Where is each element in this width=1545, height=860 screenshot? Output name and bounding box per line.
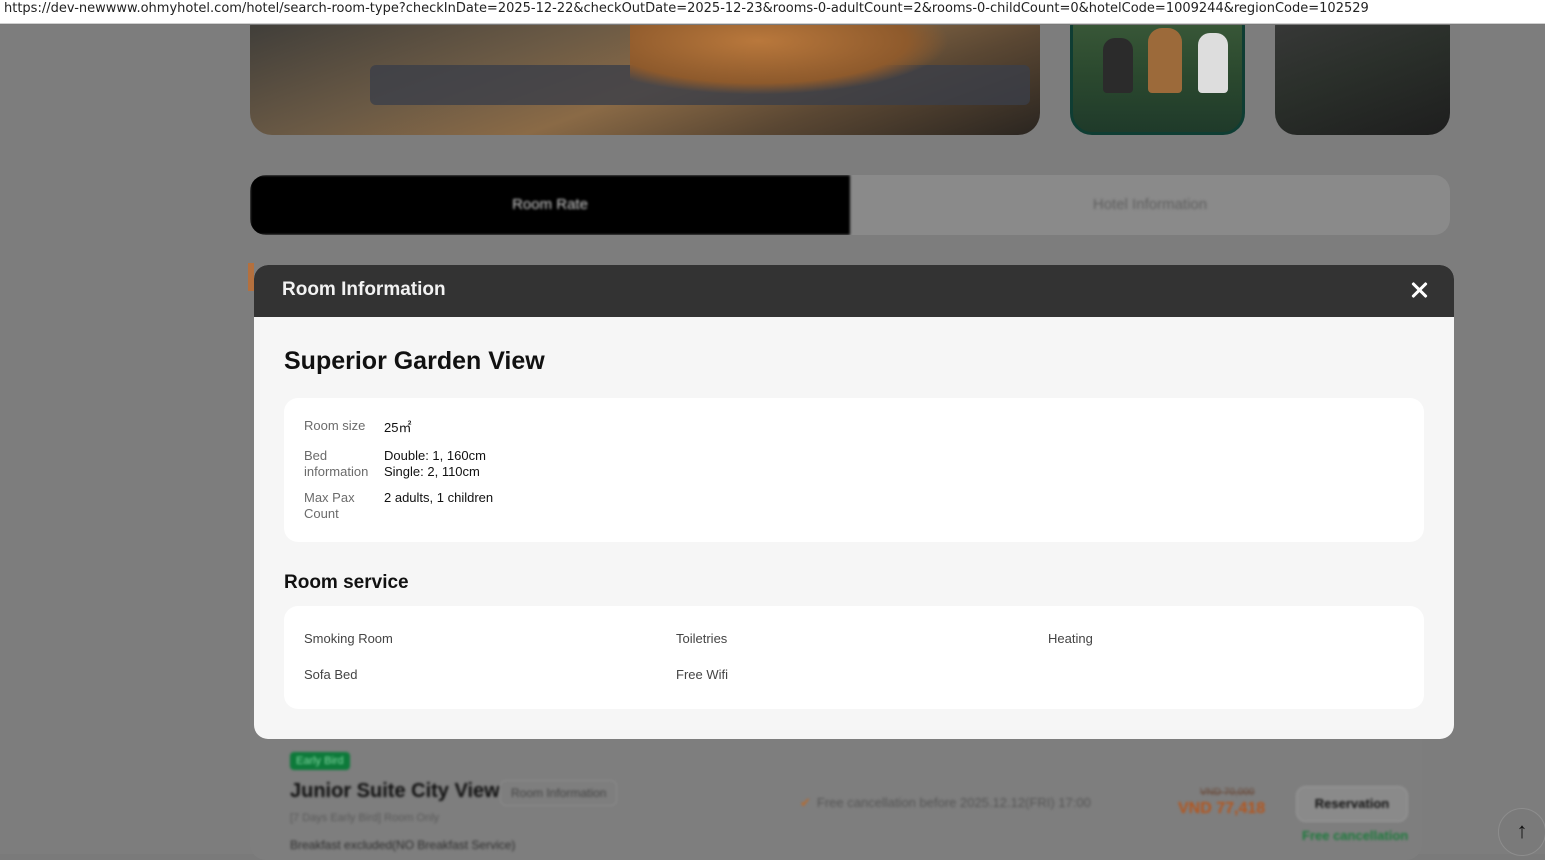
room-card-subtitle: [7 Days Early Bird] Room Only [290,812,440,824]
bed-info-value: Double: 1, 160cm Single: 2, 110cm [384,448,486,480]
room-name: Superior Garden View [284,347,545,375]
original-price: VND 70,000 [1200,787,1255,798]
max-pax-value: 2 adults, 1 children [384,490,494,505]
max-pax-row: Max Pax Count 2 adults, 1 children [304,490,493,522]
service-item: Toiletries [676,631,728,646]
scroll-to-top-button[interactable]: ↑ [1498,808,1545,856]
close-icon[interactable] [1406,277,1432,303]
breakfast-info: Breakfast excluded(NO Breakfast Service) [290,838,516,852]
room-size-label: Room size [304,418,366,433]
service-item: Free Wifi [676,667,728,682]
service-item: Sofa Bed [304,667,358,682]
photo-detail [630,25,950,95]
bed-info-label: Bed information [304,448,369,479]
tab-hotel-information[interactable]: Hotel Information [850,175,1450,235]
room-card-title: Junior Suite City View [290,780,500,802]
hotel-thumbnail-photo[interactable] [1070,25,1245,135]
room-details-box: Room size 25㎡ Bed information Double: 1,… [284,398,1424,542]
room-information-button[interactable]: Room Information [500,780,618,806]
modal-title: Room Information [282,279,446,300]
check-icon: ✔ [800,795,811,810]
service-item: Heating [1048,631,1093,646]
arrow-up-icon: ↑ [1516,818,1528,843]
room-service-box: Smoking Room Toiletries Heating Sofa Bed… [284,606,1424,709]
modal-header: Room Information [254,265,1454,317]
photo-detail [1103,38,1133,93]
service-item: Smoking Room [304,631,393,646]
photo-detail [1198,33,1228,93]
room-size-row: Room size 25㎡ [304,418,411,436]
cancellation-policy: ✔ Free cancellation before 2025.12.12(FRI… [800,795,1091,811]
cancellation-text: Free cancellation before 2025.12.12(FRI)… [816,795,1091,810]
bed-line: Single: 2, 110cm [384,464,480,479]
room-size-value: 25㎡ [384,420,412,435]
tab-bar: Room Rate Hotel Information [250,175,1450,235]
reservation-button[interactable]: Reservation [1296,786,1408,822]
tab-room-rate[interactable]: Room Rate [250,175,850,235]
bed-line: Double: 1, 160cm [384,448,486,463]
room-service-title: Room service [284,572,409,593]
browser-url-bar[interactable]: https://dev-newwww.ohmyhotel.com/hotel/s… [0,0,1545,24]
room-information-modal: Room Information Superior Garden View Ro… [254,265,1454,739]
hotel-thumbnail-photo[interactable] [1275,25,1450,135]
max-pax-label: Max Pax Count [304,490,355,521]
url-text: https://dev-newwww.ohmyhotel.com/hotel/s… [4,1,1369,16]
hotel-main-photo[interactable] [250,25,1040,135]
free-cancellation-label: Free cancellation [1302,828,1409,843]
bed-info-row: Bed information Double: 1, 160cm Single:… [304,448,486,480]
discounted-price: VND 77,418 [1178,800,1266,817]
early-bird-badge: Early Bird [290,752,350,770]
photo-detail [1148,28,1182,93]
